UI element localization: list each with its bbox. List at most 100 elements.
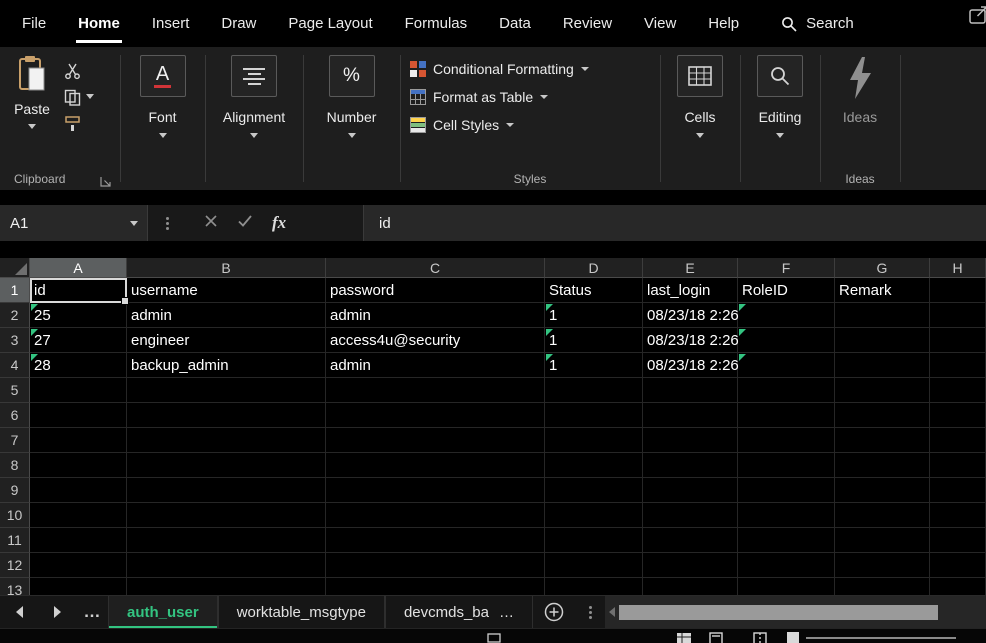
more-sheets-button[interactable]: … <box>76 596 108 628</box>
row-header-4[interactable]: 4 <box>0 353 30 378</box>
copy-dropdown-arrow[interactable] <box>86 94 94 99</box>
row-header-3[interactable]: 3 <box>0 328 30 353</box>
cell-F1[interactable]: RoleID <box>738 278 835 303</box>
cell-B1[interactable]: username <box>127 278 326 303</box>
column-header-E[interactable]: E <box>643 258 738 278</box>
cell-C9[interactable] <box>326 478 545 503</box>
cell-D6[interactable] <box>545 403 643 428</box>
cell-A6[interactable] <box>30 403 127 428</box>
sheet-tab-worktable-msgtype[interactable]: worktable_msgtype <box>218 596 385 628</box>
row-header-9[interactable]: 9 <box>0 478 30 503</box>
menu-draw[interactable]: Draw <box>205 0 272 47</box>
column-header-C[interactable]: C <box>326 258 545 278</box>
menu-page-layout[interactable]: Page Layout <box>272 0 388 47</box>
cell-A4[interactable]: 28 <box>30 353 127 378</box>
row-header-7[interactable]: 7 <box>0 428 30 453</box>
cell-B8[interactable] <box>127 453 326 478</box>
cell-C13[interactable] <box>326 578 545 595</box>
zoom-slider[interactable] <box>806 637 956 639</box>
name-box[interactable]: A1 <box>0 205 148 241</box>
cell-E3[interactable]: 08/23/18 2:26 <box>643 328 738 353</box>
row-header-10[interactable]: 10 <box>0 503 30 528</box>
cell-D7[interactable] <box>545 428 643 453</box>
prev-sheet-button[interactable] <box>0 596 38 628</box>
alignment-button[interactable]: Alignment <box>205 47 303 190</box>
cell-G7[interactable] <box>835 428 930 453</box>
cell-E6[interactable] <box>643 403 738 428</box>
display-settings-icon[interactable] <box>487 632 501 643</box>
new-sheet-button[interactable] <box>533 596 575 628</box>
cell-D4[interactable]: 1 <box>545 353 643 378</box>
next-sheet-button[interactable] <box>38 596 76 628</box>
cell-C10[interactable] <box>326 503 545 528</box>
format-painter-button[interactable] <box>62 113 82 133</box>
cell-H9[interactable] <box>930 478 986 503</box>
cell-H5[interactable] <box>930 378 986 403</box>
cell-B10[interactable] <box>127 503 326 528</box>
menu-insert[interactable]: Insert <box>136 0 206 47</box>
cell-A13[interactable] <box>30 578 127 595</box>
cell-B12[interactable] <box>127 553 326 578</box>
cell-D2[interactable]: 1 <box>545 303 643 328</box>
cell-F7[interactable] <box>738 428 835 453</box>
page-layout-view-icon[interactable] <box>708 632 724 643</box>
cell-E9[interactable] <box>643 478 738 503</box>
insert-function-button[interactable]: fx <box>272 213 286 233</box>
cell-E4[interactable]: 08/23/18 2:26 <box>643 353 738 378</box>
cell-C3[interactable]: access4u@security <box>326 328 545 353</box>
cell-G9[interactable] <box>835 478 930 503</box>
menu-view[interactable]: View <box>628 0 692 47</box>
cell-D1[interactable]: Status <box>545 278 643 303</box>
cell-F4[interactable] <box>738 353 835 378</box>
cell-A2[interactable]: 25 <box>30 303 127 328</box>
menu-review[interactable]: Review <box>547 0 628 47</box>
cell-D8[interactable] <box>545 453 643 478</box>
cell-G11[interactable] <box>835 528 930 553</box>
cell-A5[interactable] <box>30 378 127 403</box>
cell-C11[interactable] <box>326 528 545 553</box>
row-header-5[interactable]: 5 <box>0 378 30 403</box>
sheet-tab-devcmds[interactable]: devcmds_ba… <box>385 596 533 628</box>
cell-F10[interactable] <box>738 503 835 528</box>
copy-button[interactable] <box>62 87 82 107</box>
cell-E10[interactable] <box>643 503 738 528</box>
cell-E12[interactable] <box>643 553 738 578</box>
cell-E11[interactable] <box>643 528 738 553</box>
cell-B7[interactable] <box>127 428 326 453</box>
cell-H12[interactable] <box>930 553 986 578</box>
cell-D9[interactable] <box>545 478 643 503</box>
share-button[interactable] <box>968 4 986 31</box>
menu-file[interactable]: File <box>6 0 62 47</box>
cell-D5[interactable] <box>545 378 643 403</box>
cell-B9[interactable] <box>127 478 326 503</box>
cell-H6[interactable] <box>930 403 986 428</box>
column-header-B[interactable]: B <box>127 258 326 278</box>
cell-H10[interactable] <box>930 503 986 528</box>
sheet-tab-auth-user[interactable]: auth_user <box>108 596 218 628</box>
cell-G1[interactable]: Remark <box>835 278 930 303</box>
menu-formulas[interactable]: Formulas <box>389 0 484 47</box>
cancel-button[interactable] <box>205 214 217 232</box>
cell-E5[interactable] <box>643 378 738 403</box>
font-button[interactable]: A Font <box>120 47 205 190</box>
search-button[interactable]: Search <box>781 15 854 32</box>
cell-H2[interactable] <box>930 303 986 328</box>
ideas-button[interactable]: Ideas <box>820 47 900 125</box>
row-header-8[interactable]: 8 <box>0 453 30 478</box>
cell-C1[interactable]: password <box>326 278 545 303</box>
menu-data[interactable]: Data <box>483 0 547 47</box>
number-button[interactable]: % Number <box>303 47 400 190</box>
cell-G3[interactable] <box>835 328 930 353</box>
cell-B6[interactable] <box>127 403 326 428</box>
column-header-D[interactable]: D <box>545 258 643 278</box>
cell-E2[interactable]: 08/23/18 2:26 <box>643 303 738 328</box>
row-header-6[interactable]: 6 <box>0 403 30 428</box>
cell-F3[interactable] <box>738 328 835 353</box>
cell-E1[interactable]: last_login <box>643 278 738 303</box>
row-header-1[interactable]: 1 <box>0 278 30 303</box>
cell-A9[interactable] <box>30 478 127 503</box>
clipboard-dialog-launcher[interactable] <box>100 174 112 186</box>
cell-H8[interactable] <box>930 453 986 478</box>
cell-H13[interactable] <box>930 578 986 595</box>
cell-D10[interactable] <box>545 503 643 528</box>
